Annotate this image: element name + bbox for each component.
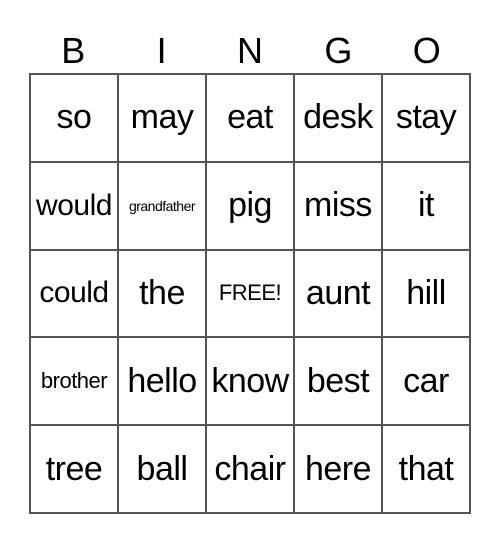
header-letter-g: G (324, 30, 353, 71)
header-letter-o: O (412, 30, 441, 71)
bingo-cell[interactable]: it (382, 161, 470, 250)
bingo-cell[interactable]: tree (30, 425, 118, 513)
bingo-cell[interactable]: may (118, 74, 206, 162)
bingo-cell[interactable]: best (294, 337, 382, 426)
bingo-cell[interactable]: pig (206, 161, 294, 250)
bingo-cell[interactable]: brother (30, 337, 118, 426)
bingo-cell[interactable]: ball (118, 425, 206, 513)
bingo-cell[interactable]: that (382, 425, 470, 513)
free-space-cell[interactable]: FREE! (206, 249, 294, 338)
bingo-header: B I N G O (29, 30, 471, 72)
bingo-cell[interactable]: stay (382, 74, 470, 162)
bingo-cell[interactable]: here (294, 425, 382, 513)
bingo-cell[interactable]: miss (294, 161, 382, 250)
bingo-cell[interactable]: so (30, 74, 118, 162)
bingo-cell[interactable]: hello (118, 337, 206, 426)
bingo-cell[interactable]: eat (206, 74, 294, 162)
bingo-cell[interactable]: would (30, 161, 118, 250)
bingo-cell[interactable]: grandfather (118, 161, 206, 250)
bingo-cell[interactable]: car (382, 337, 470, 426)
bingo-cell[interactable]: chair (206, 425, 294, 513)
bingo-grid: so may eat desk stay would grandfather p… (29, 73, 471, 514)
header-letter-n: N (236, 30, 263, 71)
bingo-cell[interactable]: aunt (294, 249, 382, 338)
header-letter-i: I (156, 30, 167, 71)
bingo-cell[interactable]: the (118, 249, 206, 338)
bingo-cell[interactable]: could (30, 249, 118, 338)
header-letter-b: B (61, 30, 86, 71)
bingo-cell[interactable]: know (206, 337, 294, 426)
bingo-cell[interactable]: hill (382, 249, 470, 338)
bingo-cell[interactable]: desk (294, 74, 382, 162)
